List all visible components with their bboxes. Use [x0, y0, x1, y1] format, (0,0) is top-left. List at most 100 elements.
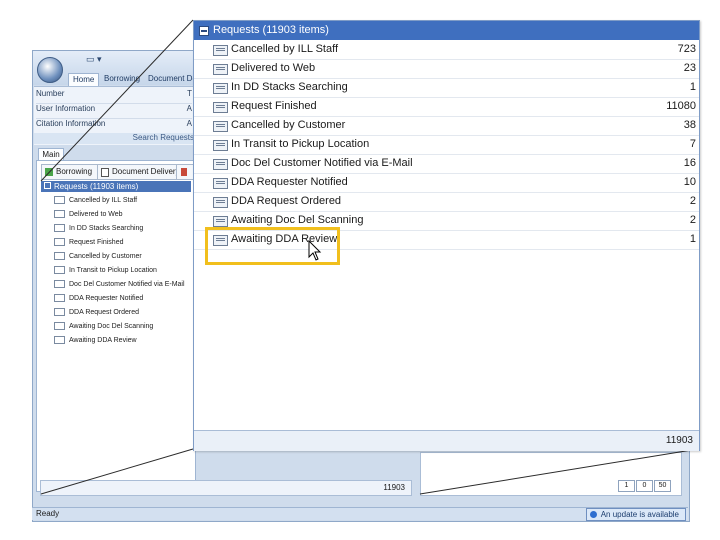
tree-item-label: DDA Request Ordered — [69, 309, 140, 316]
status-bar: Ready An update is available — [32, 507, 688, 521]
app-menu-orb-icon[interactable] — [37, 57, 63, 83]
tree-footer: 11903 — [40, 480, 412, 496]
queue-icon — [54, 238, 65, 247]
tree-item-label: Delivered to Web — [69, 211, 123, 218]
tree-item[interactable]: In Transit to Pickup Location — [54, 264, 190, 277]
collapse-icon[interactable] — [199, 26, 209, 36]
request-label: Doc Del Customer Notified via E-Mail — [231, 157, 413, 169]
search-requests-label[interactable]: Search Requests — [34, 133, 194, 144]
tree-item-label: DDA Requester Notified — [69, 295, 144, 302]
tree-item[interactable]: Awaiting DDA Review — [54, 334, 190, 347]
request-count: 23 — [683, 62, 696, 74]
tab-label: Borrowing — [56, 167, 93, 176]
pager-offset[interactable]: 0 — [636, 480, 653, 492]
zoom-footer: 11903 — [194, 430, 699, 451]
field-label: Citation Information — [36, 119, 106, 128]
request-row[interactable]: DDA Requester Notified 10 — [194, 173, 699, 193]
tree-item-label: In DD Stacks Searching — [69, 225, 144, 232]
request-label: DDA Request Ordered — [231, 195, 342, 207]
request-count: 38 — [683, 119, 696, 131]
pager: 1 0 50 — [618, 480, 674, 492]
update-available-button[interactable]: An update is available — [585, 508, 686, 521]
ribbon-tab-home[interactable]: Home — [68, 73, 100, 86]
request-count: 723 — [677, 43, 696, 55]
queue-icon — [54, 336, 65, 345]
tree-header[interactable]: Requests (11903 items) — [41, 181, 191, 192]
tree-header-label: Requests (11903 items) — [54, 182, 139, 191]
field-value: A — [186, 119, 192, 128]
request-row[interactable]: In DD Stacks Searching 1 — [194, 78, 699, 98]
field-number[interactable]: Number T — [36, 89, 192, 104]
total-count: 11903 — [383, 483, 405, 492]
update-label: An update is available — [600, 510, 679, 519]
tree-item-label: In Transit to Pickup Location — [69, 267, 157, 274]
request-row[interactable]: Doc Del Customer Notified via E-Mail 16 — [194, 154, 699, 174]
zoom-tree-header[interactable]: Requests (11903 items) — [194, 21, 699, 40]
tree-item-label: Awaiting DDA Review — [69, 337, 137, 344]
ribbon-tab-borrowing[interactable]: Borrowing — [100, 73, 144, 85]
queue-icon — [213, 178, 228, 189]
queue-icon — [54, 196, 65, 205]
tab-overflow[interactable] — [176, 164, 194, 180]
pager-size[interactable]: 50 — [654, 480, 671, 492]
field-label: Number — [36, 89, 65, 98]
tree-item[interactable]: Doc Del Customer Notified via E-Mail — [54, 278, 190, 291]
request-count: 1 — [689, 233, 696, 245]
tree-item[interactable]: Cancelled by Customer — [54, 250, 190, 263]
request-label: DDA Requester Notified — [231, 176, 348, 188]
collapse-icon — [44, 182, 51, 189]
status-text: Ready — [36, 509, 60, 518]
zoom-header-label: Requests (11903 items) — [213, 24, 329, 36]
tree-item-label: Cancelled by ILL Staff — [69, 197, 138, 204]
tree-item[interactable]: Awaiting Doc Del Scanning — [54, 320, 190, 333]
pager-page[interactable]: 1 — [618, 480, 635, 492]
request-row[interactable]: DDA Request Ordered 2 — [194, 192, 699, 212]
field-value: A — [186, 104, 192, 113]
request-row[interactable]: Cancelled by Customer 38 — [194, 116, 699, 136]
queue-icon — [213, 159, 228, 170]
total-count: 11903 — [665, 435, 693, 446]
queue-icon — [213, 140, 228, 151]
queue-icon — [54, 224, 65, 233]
request-count: 2 — [689, 214, 696, 226]
request-row[interactable]: Cancelled by ILL Staff 723 — [194, 40, 699, 60]
field-label: User Information — [36, 104, 96, 113]
request-count: 16 — [683, 157, 696, 169]
request-count: 10 — [683, 176, 696, 188]
tree-item-label: Doc Del Customer Notified via E-Mail — [69, 281, 185, 288]
queue-icon — [54, 266, 65, 275]
tab-label: Document Delivery — [112, 167, 180, 176]
field-citation-information[interactable]: Citation Information A — [36, 119, 192, 134]
queue-icon — [213, 83, 228, 94]
queue-icon — [213, 64, 228, 75]
quick-access-toolbar[interactable]: ▭ ▾ — [86, 54, 126, 66]
tree-item[interactable]: DDA Request Ordered — [54, 306, 190, 319]
queue-icon — [213, 102, 228, 113]
request-label: Delivered to Web — [231, 62, 316, 74]
tree-item[interactable]: Delivered to Web — [54, 208, 190, 221]
queue-icon — [54, 294, 65, 303]
request-label: In Transit to Pickup Location — [231, 138, 370, 150]
mouse-cursor-icon — [308, 240, 322, 261]
field-user-information[interactable]: User Information A — [36, 104, 192, 119]
tree-item-label: Awaiting Doc Del Scanning — [69, 323, 154, 330]
queue-icon — [54, 210, 65, 219]
tree-item[interactable]: DDA Requester Notified — [54, 292, 190, 305]
queue-icon — [54, 322, 65, 331]
borrowing-icon — [45, 168, 53, 176]
queue-icon — [54, 252, 65, 261]
tree-item[interactable]: In DD Stacks Searching — [54, 222, 190, 235]
request-row[interactable]: Delivered to Web 23 — [194, 59, 699, 79]
queue-icon — [54, 280, 65, 289]
tree-item[interactable]: Cancelled by ILL Staff — [54, 194, 190, 207]
request-label: Cancelled by Customer — [231, 119, 346, 131]
tree-item[interactable]: Request Finished — [54, 236, 190, 249]
request-count: 7 — [689, 138, 696, 150]
request-row[interactable]: Request Finished 11080 — [194, 97, 699, 117]
request-label: In DD Stacks Searching — [231, 81, 348, 93]
request-row[interactable]: In Transit to Pickup Location 7 — [194, 135, 699, 155]
request-label: Cancelled by ILL Staff — [231, 43, 339, 55]
request-count: 11080 — [666, 100, 696, 112]
queue-icon — [213, 45, 228, 56]
request-count: 1 — [689, 81, 696, 93]
